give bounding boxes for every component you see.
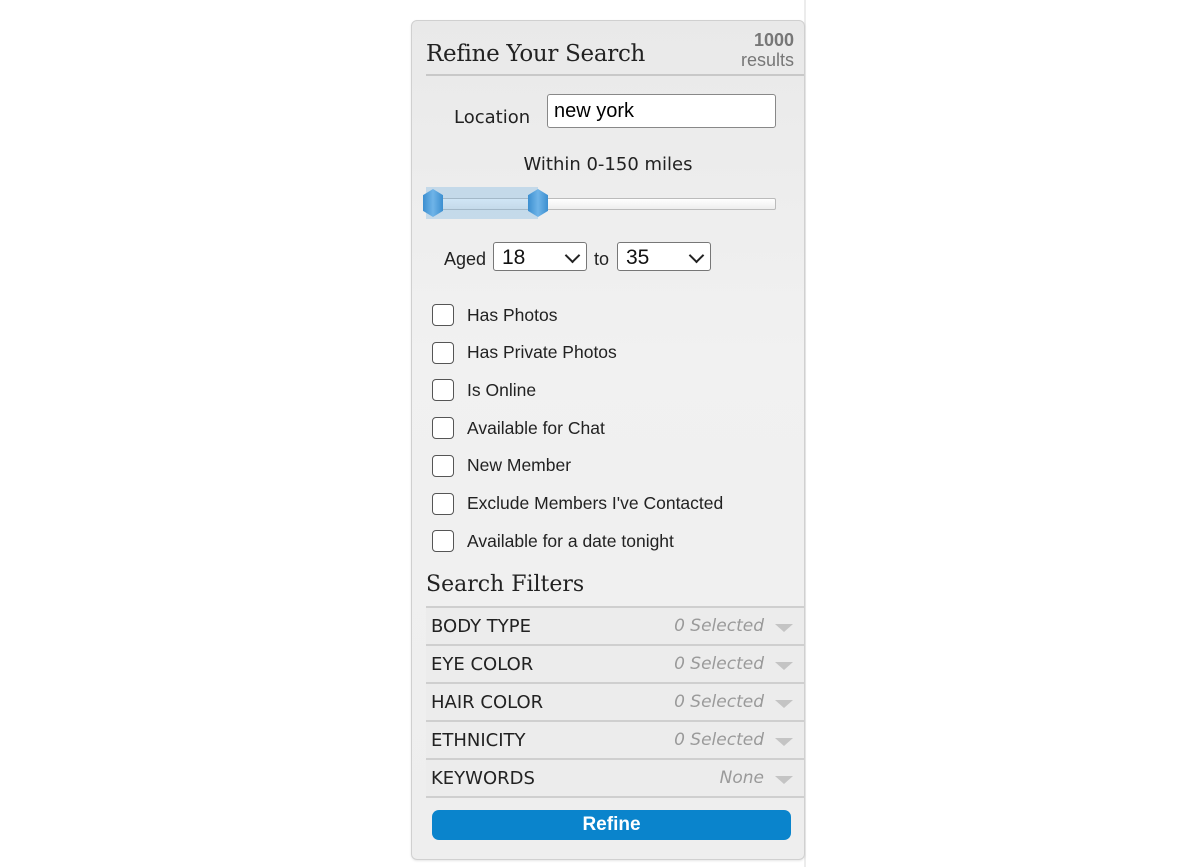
age-to-value: 35 (626, 246, 650, 269)
dropdown-arrow-icon (775, 662, 793, 670)
dropdown-arrow-icon (775, 700, 793, 708)
search-filters-list: BODY TYPE 0 Selected EYE COLOR 0 Selected HA… (426, 606, 804, 798)
age-to-select[interactable]: 35 (617, 242, 711, 271)
filter-row[interactable]: ETHNICITY 0 Selected (426, 720, 804, 758)
filter-value: None (719, 768, 764, 788)
filter-name: EYE COLOR (431, 654, 534, 675)
checkbox[interactable] (432, 417, 454, 440)
age-to-label: to (594, 249, 610, 269)
checkbox[interactable] (432, 454, 454, 477)
filter-row[interactable]: KEYWORDS None (426, 758, 804, 798)
age-label: Aged (444, 249, 487, 269)
checkbox-label: Has Private Photos (467, 342, 617, 363)
checkbox[interactable] (432, 341, 454, 364)
checkbox-label: New Member (467, 455, 572, 476)
checkbox-label: Available for Chat (467, 417, 605, 438)
location-input[interactable] (547, 94, 776, 128)
checkbox-row[interactable]: New Member (432, 453, 571, 479)
filter-name: HAIR COLOR (431, 692, 544, 713)
filter-value: 0 Selected (674, 654, 764, 674)
location-label: Location (454, 107, 531, 128)
checkbox-row[interactable]: Has Photos (432, 302, 557, 328)
filter-name: KEYWORDS (431, 768, 535, 789)
result-count-unit: results (740, 50, 794, 70)
filter-row[interactable]: EYE COLOR 0 Selected (426, 644, 804, 682)
search-filters-title: Search Filters (426, 572, 585, 597)
checkbox-row[interactable]: Is Online (432, 377, 536, 403)
checkbox-label: Is Online (467, 379, 537, 400)
checkbox[interactable] (432, 379, 454, 402)
filter-row[interactable]: HAIR COLOR 0 Selected (426, 682, 804, 720)
checkbox-row[interactable]: Exclude Members I've Contacted (432, 491, 723, 517)
checkbox-label: Available for a date tonight (467, 530, 674, 551)
checkbox[interactable] (432, 304, 454, 326)
checkbox-label: Has Photos (467, 304, 558, 325)
panel-title: Refine Your Search (426, 41, 646, 67)
filter-name: BODY TYPE (431, 616, 532, 637)
distance-label: Within 0-150 miles (523, 154, 693, 175)
checkbox-row[interactable]: Has Private Photos (432, 340, 617, 366)
refine-search-panel: Refine Your Search 1000 results Location… (411, 20, 805, 860)
dropdown-arrow-icon (775, 738, 793, 746)
filter-value: 0 Selected (674, 730, 764, 750)
chevron-down-icon (688, 247, 705, 264)
title-divider (426, 74, 804, 76)
dropdown-arrow-icon (775, 776, 793, 784)
filter-value: 0 Selected (674, 616, 764, 636)
result-count: 1000 results (741, 30, 794, 70)
checkbox[interactable] (432, 492, 454, 515)
chevron-down-icon (564, 247, 581, 264)
checkbox-label: Exclude Members I've Contacted (467, 493, 724, 513)
checkbox-row[interactable]: Available for Chat (432, 415, 605, 441)
checkbox[interactable] (432, 530, 454, 553)
filter-row[interactable]: BODY TYPE 0 Selected (426, 606, 804, 644)
filter-name: ETHNICITY (431, 730, 526, 751)
dropdown-arrow-icon (775, 624, 793, 632)
refine-button[interactable]: Refine (432, 810, 791, 840)
age-from-select[interactable]: 18 (493, 242, 587, 271)
filter-value: 0 Selected (674, 692, 764, 712)
result-count-number: 1000 (753, 30, 794, 50)
age-from-value: 18 (502, 246, 526, 269)
checkbox-row[interactable]: Available for a date tonight (432, 528, 674, 554)
